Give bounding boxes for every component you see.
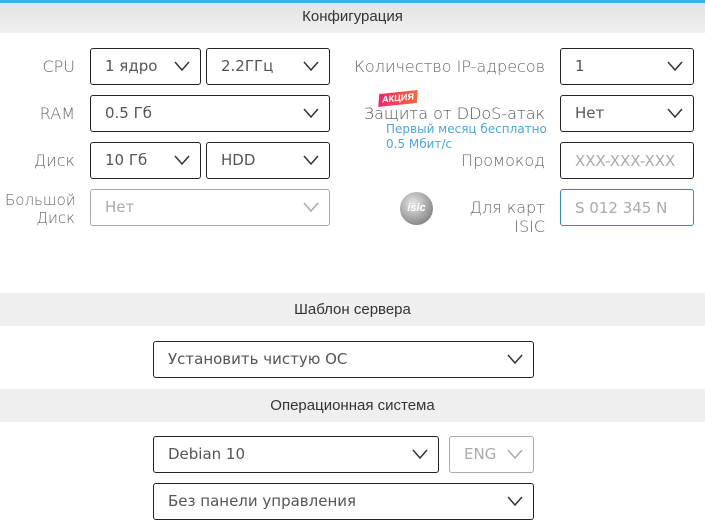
- ip-count-value: 1: [575, 57, 585, 75]
- promo-code-input[interactable]: [560, 142, 694, 179]
- disk-size-value: 10 Гб: [105, 151, 148, 169]
- chevron-down-icon: [303, 59, 319, 73]
- chevron-down-icon: [303, 200, 319, 214]
- chevron-down-icon: [174, 153, 190, 167]
- ram-select[interactable]: 0.5 Гб: [90, 95, 330, 132]
- os-distro-select[interactable]: Debian 10: [153, 436, 439, 473]
- section-header-configuration: Конфигурация: [0, 3, 705, 33]
- control-panel-select[interactable]: Без панели управления: [153, 483, 534, 520]
- isic-logo-icon: isic: [400, 192, 433, 225]
- ddos-label: Защита от DDoS-атак: [363, 104, 545, 123]
- server-template-value: Установить чистую ОС: [168, 350, 348, 368]
- cpu-frequency-value: 2.2ГГц: [221, 57, 274, 75]
- ddos-promo-note: Первый месяц бесплатно 0.5 Мбит/с: [386, 122, 547, 152]
- os-language-select[interactable]: ENG: [449, 436, 534, 473]
- promo-code-label: Промокод: [461, 151, 545, 170]
- chevron-down-icon: [507, 352, 523, 366]
- disk-type-value: HDD: [221, 151, 256, 169]
- ddos-note-line2: 0.5 Мбит/с: [386, 137, 453, 151]
- chevron-down-icon: [412, 447, 428, 461]
- chevron-down-icon: [507, 494, 523, 508]
- section-header-os: Операционная система: [0, 389, 705, 422]
- ram-label: RAM: [39, 104, 75, 123]
- cpu-cores-select[interactable]: 1 ядро: [90, 48, 201, 85]
- isic-label: Для карт ISIC: [469, 198, 545, 236]
- server-template-select[interactable]: Установить чистую ОС: [153, 341, 534, 378]
- big-disk-label: Большой Диск: [5, 191, 76, 227]
- os-distro-value: Debian 10: [168, 445, 246, 463]
- disk-size-select[interactable]: 10 Гб: [90, 142, 201, 179]
- ddos-note-line1: Первый месяц бесплатно: [386, 122, 547, 136]
- chevron-down-icon: [303, 106, 319, 120]
- ip-count-label: Количество IP-адресов: [354, 57, 545, 76]
- chevron-down-icon: [507, 447, 523, 461]
- chevron-down-icon: [303, 153, 319, 167]
- isic-card-input[interactable]: [560, 189, 694, 226]
- ram-value: 0.5 Гб: [105, 104, 153, 122]
- big-disk-select[interactable]: Нет: [90, 189, 330, 226]
- cpu-cores-value: 1 ядро: [105, 57, 158, 75]
- section-header-server-template: Шаблон сервера: [0, 293, 705, 326]
- cpu-label: CPU: [42, 57, 75, 76]
- ddos-value: Нет: [575, 104, 605, 122]
- ip-count-select[interactable]: 1: [560, 48, 694, 85]
- os-language-value: ENG: [464, 445, 497, 463]
- disk-type-select[interactable]: HDD: [206, 142, 330, 179]
- cpu-frequency-select[interactable]: 2.2ГГц: [206, 48, 330, 85]
- chevron-down-icon: [174, 59, 190, 73]
- disk-label: Диск: [33, 151, 75, 170]
- big-disk-label-line1: Большой: [5, 191, 76, 209]
- ddos-select[interactable]: Нет: [560, 95, 694, 132]
- chevron-down-icon: [667, 59, 683, 73]
- chevron-down-icon: [667, 106, 683, 120]
- control-panel-value: Без панели управления: [168, 492, 357, 510]
- big-disk-value: Нет: [105, 198, 135, 216]
- big-disk-label-line2: Диск: [36, 209, 75, 227]
